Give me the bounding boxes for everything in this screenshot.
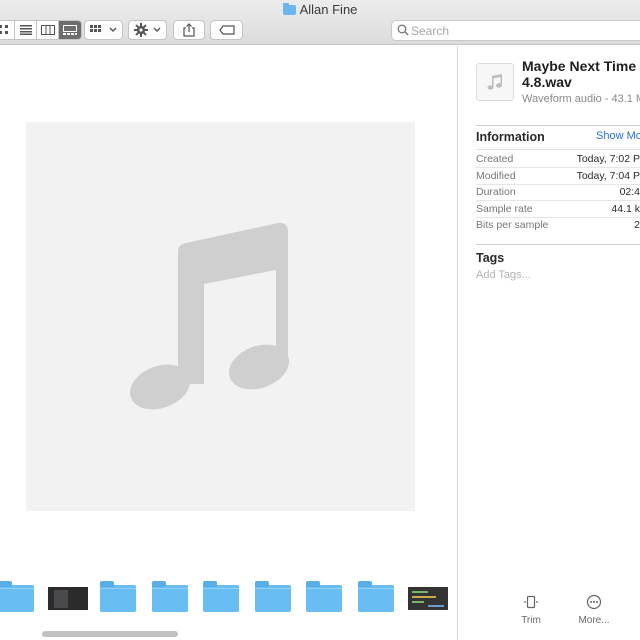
- group-by-button[interactable]: [84, 20, 123, 40]
- folder-icon: [203, 581, 239, 612]
- info-row-modified: Modified Today, 7:04 P: [476, 168, 640, 185]
- gallery-view-icon: [63, 25, 77, 35]
- window-title-label: Allan Fine: [299, 2, 358, 17]
- more-icon: [586, 594, 602, 610]
- info-row-duration: Duration 02:4: [476, 184, 640, 201]
- view-mode-selector: [0, 20, 82, 40]
- add-tags-field[interactable]: Add Tags...: [476, 269, 531, 281]
- trim-button[interactable]: Trim: [507, 593, 555, 626]
- info-value: Today, 7:04 P: [576, 169, 640, 182]
- info-value: 44.1 k: [611, 202, 640, 215]
- preview-inspector: Maybe Next Time 4.8.wav Waveform audio -…: [459, 46, 640, 640]
- show-more-link[interactable]: Show Mo: [596, 130, 640, 142]
- audio-file-icon: [476, 63, 514, 101]
- tags-button[interactable]: [210, 20, 243, 40]
- search-field[interactable]: [391, 20, 640, 41]
- gallery-view-button[interactable]: [59, 21, 81, 39]
- thumbnail-folder[interactable]: [306, 581, 344, 614]
- thumbnail-code-screenshot[interactable]: [408, 581, 448, 614]
- share-button[interactable]: [173, 20, 205, 40]
- information-heading: Information: [476, 130, 545, 144]
- music-note-icon: [129, 222, 290, 410]
- icon-view-button[interactable]: [0, 21, 15, 39]
- thumbnail-folder[interactable]: [152, 581, 190, 614]
- info-value: 02:4: [619, 186, 640, 198]
- folder-icon: [255, 581, 291, 612]
- gallery-view: [0, 46, 458, 640]
- screenshot-icon: [48, 587, 88, 610]
- thumbnail-folder[interactable]: [255, 581, 293, 614]
- tag-icon: [218, 25, 235, 35]
- action-menu-button[interactable]: [128, 20, 167, 40]
- column-view-button[interactable]: [37, 21, 59, 39]
- folder-icon: [0, 581, 34, 612]
- divider: [476, 244, 640, 245]
- code-screenshot-icon: [408, 587, 448, 610]
- more-button[interactable]: More...: [570, 593, 618, 626]
- share-icon: [183, 23, 195, 37]
- folder-icon: [282, 3, 296, 15]
- window-title: Allan Fine: [0, 2, 640, 17]
- search-input[interactable]: [411, 22, 640, 39]
- group-grid-icon: [89, 25, 116, 32]
- icon-view-icon: [0, 25, 8, 34]
- search-icon: [397, 24, 409, 36]
- thumbnail-folder[interactable]: [203, 581, 241, 614]
- thumbnail-screenshot[interactable]: [48, 581, 88, 614]
- music-note-icon: [487, 74, 502, 90]
- tags-heading: Tags: [476, 251, 505, 265]
- trim-label: Trim: [521, 615, 541, 626]
- file-preview: [26, 122, 415, 511]
- thumbnail-strip: [0, 581, 458, 617]
- column-view-icon: [40, 25, 55, 35]
- list-view-icon: [19, 25, 32, 35]
- info-value: 2: [634, 219, 640, 231]
- file-name: Maybe Next Time 4.8.wav: [522, 58, 637, 90]
- thumbnail-folder[interactable]: [358, 581, 396, 614]
- horizontal-scrollbar[interactable]: [42, 631, 178, 637]
- folder-icon: [152, 581, 188, 612]
- folder-icon: [100, 581, 136, 612]
- gear-icon: [133, 23, 160, 37]
- info-value: Today, 7:02 P: [576, 153, 640, 165]
- window-toolbar: Allan Fine: [0, 0, 640, 45]
- more-label: More...: [578, 615, 610, 626]
- info-row-created: Created Today, 7:02 P: [476, 151, 640, 168]
- info-row-sample-rate: Sample rate 44.1 k: [476, 201, 640, 218]
- thumbnail-folder[interactable]: [0, 581, 36, 614]
- divider: [476, 125, 640, 126]
- list-view-button[interactable]: [15, 21, 37, 39]
- trim-icon: [524, 595, 538, 609]
- info-row-bits-per-sample: Bits per sample 2: [476, 217, 640, 234]
- folder-icon: [306, 581, 342, 612]
- thumbnail-folder[interactable]: [100, 581, 138, 614]
- file-kind: Waveform audio - 43.1 M: [522, 93, 640, 105]
- divider: [476, 149, 640, 150]
- folder-icon: [358, 581, 394, 612]
